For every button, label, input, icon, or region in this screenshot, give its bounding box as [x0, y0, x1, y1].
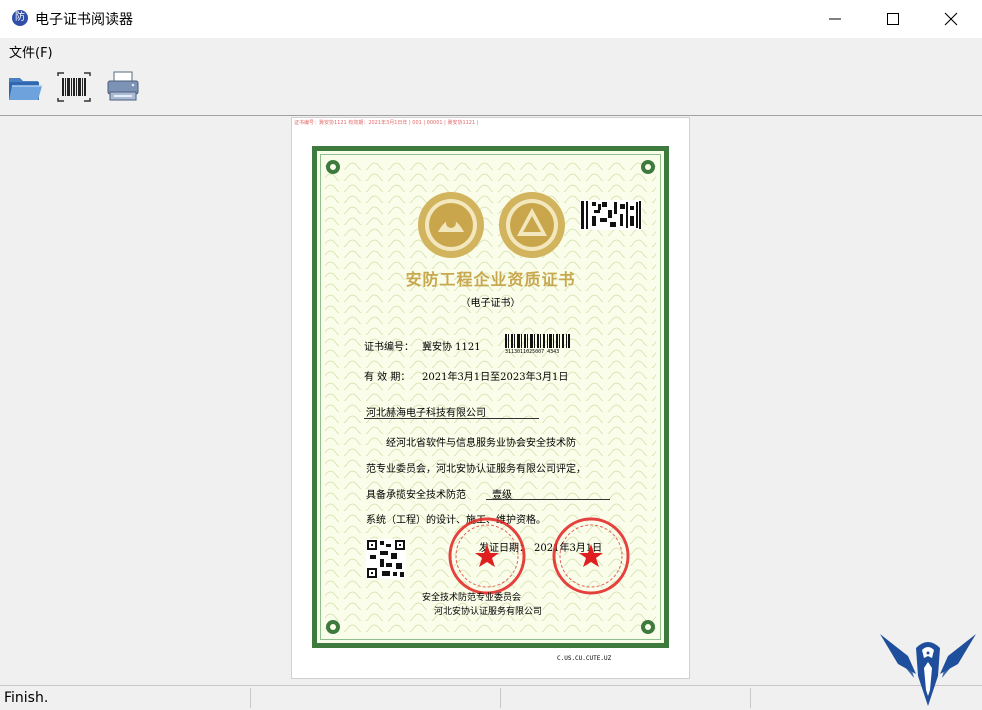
qr-code-top — [580, 200, 642, 230]
tiny-header-text: 证书编号：冀安协1121 有效期：2021年3月1日年 | 001 | 0000… — [294, 120, 479, 126]
status-divider — [250, 688, 251, 708]
minimize-button[interactable] — [806, 0, 864, 38]
status-divider — [750, 688, 751, 708]
status-divider — [500, 688, 501, 708]
certificate-subtitle: （电子证书） — [460, 298, 521, 309]
cert-number-value: 冀安协 1121 — [422, 342, 481, 353]
open-folder-icon — [9, 78, 42, 100]
close-button[interactable] — [922, 0, 980, 38]
cert-number-label: 证书编号： — [364, 342, 414, 353]
eagle-logo — [880, 634, 976, 706]
body-line-1: 经河北省软件与信息服务业协会安全技术防 — [386, 438, 576, 449]
body-line-2: 范专业委员会，河北安协认证服务有限公司评定， — [366, 464, 586, 475]
grade-underline — [486, 499, 610, 500]
scan-barcode-button[interactable] — [55, 70, 93, 104]
barcode-digits: 3113011025007 4343 — [505, 349, 560, 355]
printer-icon — [107, 71, 139, 101]
company-name: 河北赫海电子科技有限公司 — [366, 408, 486, 419]
maximize-button[interactable] — [864, 0, 922, 38]
certificate-page: 证书编号：冀安协1121 有效期：2021年3月1日年 | 001 | 0000… — [292, 118, 689, 678]
validity-value: 2021年3月1日至2023年3月1日 — [422, 372, 569, 383]
certificate-title: 安防工程企业资质证书 — [405, 270, 576, 289]
cert-barcode — [505, 334, 570, 348]
qr-code-small — [366, 539, 406, 579]
title-bar: 防 电子证书阅读器 — [0, 0, 982, 38]
status-bar: Finish. — [0, 685, 982, 710]
app-icon: 防 — [12, 10, 28, 26]
menu-file[interactable]: 文件(F) — [9, 42, 53, 61]
association-emblem-1 — [418, 192, 484, 258]
open-button[interactable] — [6, 70, 44, 104]
status-text: Finish. — [4, 690, 49, 706]
association-emblem-2 — [499, 192, 565, 258]
menu-bar: 文件(F) — [0, 38, 982, 62]
body-line-3: 具备承揽安全技术防范 — [366, 490, 466, 501]
seal-association — [448, 517, 526, 595]
document-viewport[interactable]: 证书编号：冀安协1121 有效期：2021年3月1日年 | 001 | 0000… — [0, 116, 982, 685]
minimize-icon — [829, 18, 841, 20]
issuer-line-2: 河北安协认证服务有限公司 — [434, 607, 543, 617]
print-button[interactable] — [104, 70, 142, 104]
barcode-scan-icon — [57, 72, 91, 102]
toolbar — [0, 62, 982, 116]
serial-code: C.US.CU.CUTE.UZ — [557, 655, 612, 662]
close-icon — [944, 12, 958, 26]
seal-company — [552, 517, 630, 595]
company-underline — [364, 418, 539, 419]
validity-label: 有 效 期： — [364, 372, 411, 383]
window-title: 电子证书阅读器 — [35, 12, 133, 28]
issuer-line-1: 安全技术防范专业委员会 — [422, 593, 522, 603]
maximize-icon — [887, 13, 899, 25]
